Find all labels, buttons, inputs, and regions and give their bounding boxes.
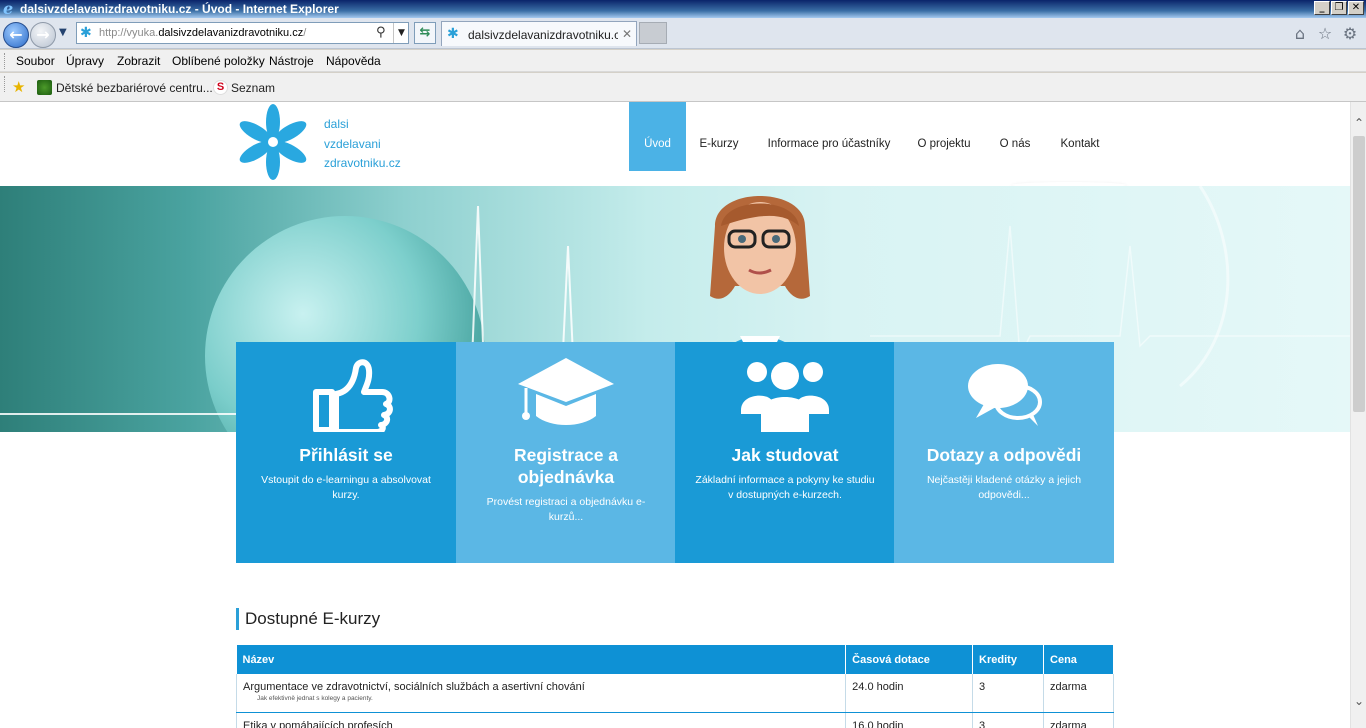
browser-tab[interactable]: ✱ dalsivzdelavanizdravotniku.c... ✕ <box>441 21 637 46</box>
toolbar-grip[interactable] <box>4 53 7 69</box>
menu-bar: Soubor Úpravy Zobrazit Oblíbené položky … <box>0 50 1366 72</box>
favorite-link-seznam[interactable]: Seznam <box>231 81 275 95</box>
settings-gear-icon[interactable]: ⚙ <box>1341 25 1359 43</box>
close-window-button[interactable]: ✕ <box>1348 1 1364 15</box>
site-favicon-icon: ✱ <box>80 25 92 41</box>
tab-close-icon[interactable]: ✕ <box>622 27 632 41</box>
column-header-casova-dotace[interactable]: Časová dotace <box>845 645 974 674</box>
favorites-star-icon[interactable]: ☆ <box>1316 25 1334 43</box>
feature-description: Nejčastěji kladené otázky a jejich odpov… <box>926 474 1082 501</box>
table-header-row: Název Časová dotace Kredity Cena <box>236 645 1114 674</box>
feature-title: Dotazy a odpovědi <box>926 445 1082 465</box>
course-name[interactable]: Argumentace ve zdravotnictví, sociálních… <box>243 681 585 693</box>
course-subtitle: Jak efektivně jednat s kolegy a pacienty… <box>257 695 373 702</box>
nav-o-nas[interactable]: O nás <box>995 102 1035 171</box>
feature-registrace-objednavka[interactable]: Registrace a objednávka Provést registra… <box>456 342 676 563</box>
table-row[interactable]: Argumentace ve zdravotnictví, sociálních… <box>235 674 1114 713</box>
feature-description: Provést registraci a objednávku e-kurzů.… <box>486 496 646 523</box>
feature-title: Přihlásit se <box>299 445 393 465</box>
forward-button[interactable]: → <box>30 22 56 48</box>
back-button[interactable]: ← <box>3 22 29 48</box>
menu-nastroje[interactable]: Nástroje <box>269 54 314 68</box>
seznam-logo-icon: S <box>213 80 228 95</box>
window-titlebar: e dalsivzdelavanizdravotniku.cz - Úvod -… <box>0 0 1366 18</box>
restore-button[interactable]: ❐ <box>1331 1 1347 15</box>
nav-uvod[interactable]: Úvod <box>629 102 686 171</box>
graduation-cap-icon <box>518 358 614 425</box>
menu-oblibene-polozky[interactable]: Oblíbené položky <box>172 54 265 68</box>
feature-title: Jak studovat <box>731 445 839 465</box>
column-header-kredity[interactable]: Kredity <box>972 645 1045 674</box>
address-dropdown-icon[interactable]: ▼ <box>393 23 409 43</box>
menu-zobrazit[interactable]: Zobrazit <box>117 54 160 68</box>
scroll-down-icon[interactable]: ⌄ <box>1353 694 1365 708</box>
nav-kontakt[interactable]: Kontakt <box>1055 102 1105 171</box>
site-logo-flower-icon[interactable] <box>236 104 310 180</box>
feature-prihlasit-se[interactable]: Přihlásit se Vstoupit do e-learningu a a… <box>236 342 456 563</box>
url-text[interactable]: http://vyuka.dalsivzdelavanizdravotniku.… <box>99 27 306 40</box>
logo-line: vzdelavani <box>324 136 381 151</box>
scrollbar-thumb[interactable] <box>1353 136 1365 412</box>
course-hours: 24.0 hodin <box>845 674 974 713</box>
home-icon[interactable]: ⌂ <box>1291 25 1309 43</box>
column-header-cena[interactable]: Cena <box>1043 645 1114 674</box>
feature-description: Vstoupit do e-learningu a absolvovat kur… <box>261 474 431 501</box>
history-dropdown-icon[interactable]: ▼ <box>59 27 67 39</box>
logo-line: zdravotniku.cz <box>324 156 401 170</box>
course-price: zdarma <box>1043 712 1114 728</box>
course-name[interactable]: Etika v pomáhajících profesích <box>243 720 393 728</box>
feature-description: Základní informace a pokyny ke studiu v … <box>695 474 875 501</box>
course-credits: 3 <box>972 712 1045 728</box>
minimize-button[interactable]: _ <box>1314 1 1330 15</box>
favorite-site-icon <box>37 80 52 95</box>
users-group-icon <box>741 362 829 432</box>
scroll-up-icon[interactable]: ⌃ <box>1353 116 1365 130</box>
logo-line: dalsi <box>324 117 349 131</box>
site-logo-text[interactable]: dalsi vzdelavani zdravotniku.cz <box>324 115 401 174</box>
nav-o-projektu[interactable]: O projektu <box>914 102 974 171</box>
courses-heading: Dostupné E-kurzy <box>236 608 380 630</box>
column-header-nazev[interactable]: Název <box>236 645 847 674</box>
favorite-link-detske-centrum[interactable]: Dětské bezbariérové centru... <box>56 81 213 95</box>
course-hours: 16.0 hodin <box>845 712 974 728</box>
favbar-grip[interactable] <box>4 76 7 92</box>
menu-napoveda[interactable]: Nápověda <box>326 54 381 68</box>
nav-informace-pro-ucastniky[interactable]: Informace pro účastníky <box>763 102 895 171</box>
menu-upravy[interactable]: Úpravy <box>66 54 104 68</box>
feature-title: Registrace a objednávka <box>513 445 619 487</box>
new-tab-button[interactable] <box>639 22 667 44</box>
course-name-cell[interactable]: Etika v pomáhajících profesích <box>235 712 847 728</box>
search-icon[interactable]: ⚲ <box>376 25 386 41</box>
course-credits: 3 <box>972 674 1045 713</box>
address-bar[interactable]: ✱ http://vyuka.dalsivzdelavanizdravotnik… <box>76 22 409 44</box>
tab-title: dalsivzdelavanizdravotniku.c... <box>468 28 618 42</box>
ie-logo-icon: e <box>3 0 14 18</box>
course-name-cell[interactable]: Argumentace ve zdravotnictví, sociálních… <box>235 674 847 713</box>
course-price: zdarma <box>1043 674 1114 713</box>
refresh-button[interactable]: ⇆ <box>414 22 436 44</box>
feature-dotazy-odpovedi[interactable]: Dotazy a odpovědi Nejčastěji kladené otá… <box>894 342 1114 563</box>
menu-soubor[interactable]: Soubor <box>16 54 55 68</box>
courses-table: Název Časová dotace Kredity Cena Argumen… <box>235 645 1114 728</box>
nav-e-kurzy[interactable]: E-kurzy <box>691 102 747 171</box>
favorites-bar: ★ Dětské bezbariérové centru... S Seznam <box>0 73 1366 102</box>
thumb-up-icon <box>313 359 393 432</box>
add-favorite-star-icon[interactable]: ★ <box>12 79 25 95</box>
page-scrollbar[interactable]: ⌃ ⌄ <box>1350 102 1366 728</box>
feature-jak-studovat[interactable]: Jak studovat Základní informace a pokyny… <box>675 342 895 563</box>
window-title: dalsivzdelavanizdravotniku.cz - Úvod - I… <box>20 2 339 16</box>
table-row[interactable]: Etika v pomáhajících profesích 16.0 hodi… <box>235 712 1114 728</box>
chat-bubbles-icon <box>968 364 1042 426</box>
tab-favicon-icon: ✱ <box>447 26 459 42</box>
page-viewport: dalsi vzdelavani zdravotniku.cz Úvod E-k… <box>0 102 1350 728</box>
